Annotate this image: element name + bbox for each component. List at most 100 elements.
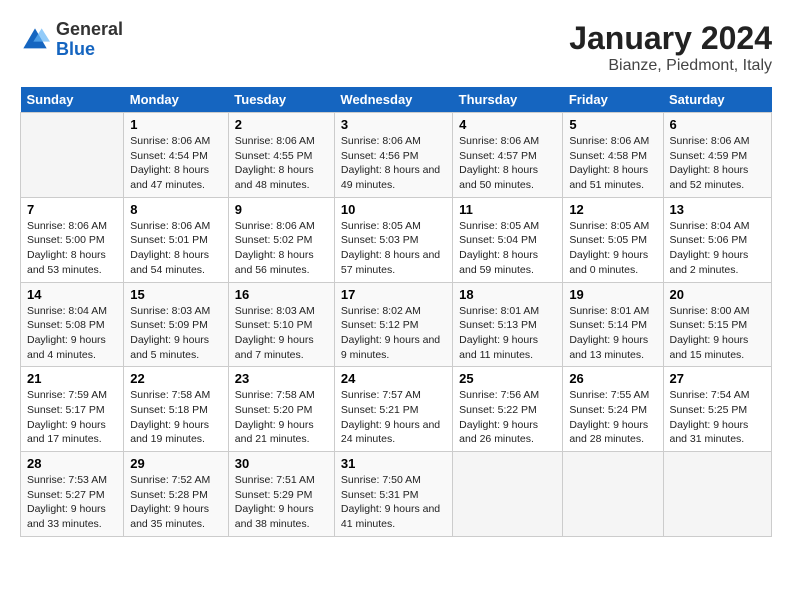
day-number: 13: [670, 202, 766, 217]
day-cell: 25Sunrise: 7:56 AMSunset: 5:22 PMDayligh…: [453, 367, 563, 452]
logo-icon: [20, 25, 50, 55]
main-title: January 2024: [569, 20, 772, 57]
day-cell: [453, 452, 563, 537]
day-cell: 15 Sunrise: 8:03 AMSunset: 5:09 PMDayligh…: [124, 282, 229, 367]
day-cell: 12Sunrise: 8:05 AMSunset: 5:05 PMDayligh…: [563, 197, 663, 282]
day-info: Sunrise: 8:06 AMSunset: 4:56 PMDaylight:…: [341, 134, 446, 193]
day-number: 28: [27, 456, 117, 471]
col-header-tuesday: Tuesday: [228, 87, 334, 113]
day-number: 3: [341, 117, 446, 132]
day-number: 4: [459, 117, 556, 132]
day-number: 14: [27, 287, 117, 302]
day-number: 6: [670, 117, 766, 132]
day-info: Sunrise: 8:06 AMSunset: 4:57 PMDaylight:…: [459, 134, 556, 193]
day-info: Sunrise: 8:01 AMSunset: 5:13 PMDaylight:…: [459, 304, 556, 363]
week-row-2: 7Sunrise: 8:06 AMSunset: 5:00 PMDaylight…: [21, 197, 772, 282]
day-cell: 24 Sunrise: 7:57 AMSunset: 5:21 PMDayligh…: [334, 367, 452, 452]
day-info: Sunrise: 8:06 AMSunset: 5:02 PMDaylight:…: [235, 219, 328, 278]
day-cell: 2 Sunrise: 8:06 AMSunset: 4:55 PMDaylight…: [228, 113, 334, 198]
day-cell: 21 Sunrise: 7:59 AMSunset: 5:17 PMDayligh…: [21, 367, 124, 452]
day-cell: 14 Sunrise: 8:04 AMSunset: 5:08 PMDayligh…: [21, 282, 124, 367]
day-info: Sunrise: 8:06 AMSunset: 4:59 PMDaylight:…: [670, 134, 766, 193]
day-number: 21: [27, 371, 117, 386]
day-cell: 6 Sunrise: 8:06 AMSunset: 4:59 PMDaylight…: [663, 113, 772, 198]
day-cell: 22 Sunrise: 7:58 AMSunset: 5:18 PMDayligh…: [124, 367, 229, 452]
day-cell: 27 Sunrise: 7:54 AMSunset: 5:25 PMDayligh…: [663, 367, 772, 452]
day-number: 20: [670, 287, 766, 302]
day-number: 19: [569, 287, 656, 302]
day-number: 24: [341, 371, 446, 386]
header-row: SundayMondayTuesdayWednesdayThursdayFrid…: [21, 87, 772, 113]
day-number: 22: [130, 371, 222, 386]
day-number: 11: [459, 202, 556, 217]
day-number: 31: [341, 456, 446, 471]
day-cell: 7Sunrise: 8:06 AMSunset: 5:00 PMDaylight…: [21, 197, 124, 282]
day-cell: [663, 452, 772, 537]
col-header-wednesday: Wednesday: [334, 87, 452, 113]
day-info: Sunrise: 8:03 AMSunset: 5:09 PMDaylight:…: [130, 304, 222, 363]
day-number: 17: [341, 287, 446, 302]
day-cell: 3 Sunrise: 8:06 AMSunset: 4:56 PMDaylight…: [334, 113, 452, 198]
day-cell: 28 Sunrise: 7:53 AMSunset: 5:27 PMDayligh…: [21, 452, 124, 537]
day-cell: 11Sunrise: 8:05 AMSunset: 5:04 PMDayligh…: [453, 197, 563, 282]
col-header-monday: Monday: [124, 87, 229, 113]
week-row-4: 21 Sunrise: 7:59 AMSunset: 5:17 PMDayligh…: [21, 367, 772, 452]
day-number: 16: [235, 287, 328, 302]
day-number: 1: [130, 117, 222, 132]
calendar-table: SundayMondayTuesdayWednesdayThursdayFrid…: [20, 87, 772, 537]
day-info: Sunrise: 7:54 AMSunset: 5:25 PMDaylight:…: [670, 388, 766, 447]
day-number: 29: [130, 456, 222, 471]
page: General Blue January 2024 Bianze, Piedmo…: [0, 0, 792, 612]
day-cell: 19 Sunrise: 8:01 AMSunset: 5:14 PMDayligh…: [563, 282, 663, 367]
day-info: Sunrise: 7:58 AMSunset: 5:20 PMDaylight:…: [235, 388, 328, 447]
header: General Blue January 2024 Bianze, Piedmo…: [20, 20, 772, 75]
col-header-thursday: Thursday: [453, 87, 563, 113]
day-cell: 18Sunrise: 8:01 AMSunset: 5:13 PMDayligh…: [453, 282, 563, 367]
day-number: 8: [130, 202, 222, 217]
day-info: Sunrise: 8:04 AMSunset: 5:08 PMDaylight:…: [27, 304, 117, 363]
day-number: 26: [569, 371, 656, 386]
week-row-3: 14 Sunrise: 8:04 AMSunset: 5:08 PMDayligh…: [21, 282, 772, 367]
day-info: Sunrise: 8:03 AMSunset: 5:10 PMDaylight:…: [235, 304, 328, 363]
day-number: 23: [235, 371, 328, 386]
day-cell: 13Sunrise: 8:04 AMSunset: 5:06 PMDayligh…: [663, 197, 772, 282]
day-cell: 26 Sunrise: 7:55 AMSunset: 5:24 PMDayligh…: [563, 367, 663, 452]
day-cell: 16 Sunrise: 8:03 AMSunset: 5:10 PMDayligh…: [228, 282, 334, 367]
logo: General Blue: [20, 20, 123, 60]
logo-blue: Blue: [56, 40, 123, 60]
day-cell: 8 Sunrise: 8:06 AMSunset: 5:01 PMDaylight…: [124, 197, 229, 282]
day-cell: 9Sunrise: 8:06 AMSunset: 5:02 PMDaylight…: [228, 197, 334, 282]
col-header-friday: Friday: [563, 87, 663, 113]
day-number: 30: [235, 456, 328, 471]
day-cell: 31 Sunrise: 7:50 AMSunset: 5:31 PMDayligh…: [334, 452, 452, 537]
subtitle: Bianze, Piedmont, Italy: [569, 57, 772, 75]
day-info: Sunrise: 7:55 AMSunset: 5:24 PMDaylight:…: [569, 388, 656, 447]
day-number: 10: [341, 202, 446, 217]
day-info: Sunrise: 7:51 AMSunset: 5:29 PMDaylight:…: [235, 473, 328, 532]
day-cell: 10 Sunrise: 8:05 AMSunset: 5:03 PMDayligh…: [334, 197, 452, 282]
day-info: Sunrise: 8:02 AMSunset: 5:12 PMDaylight:…: [341, 304, 446, 363]
day-number: 27: [670, 371, 766, 386]
day-cell: 20 Sunrise: 8:00 AMSunset: 5:15 PMDayligh…: [663, 282, 772, 367]
day-info: Sunrise: 8:00 AMSunset: 5:15 PMDaylight:…: [670, 304, 766, 363]
day-cell: 30 Sunrise: 7:51 AMSunset: 5:29 PMDayligh…: [228, 452, 334, 537]
day-info: Sunrise: 7:56 AMSunset: 5:22 PMDaylight:…: [459, 388, 556, 447]
day-cell: 5 Sunrise: 8:06 AMSunset: 4:58 PMDaylight…: [563, 113, 663, 198]
day-number: 15: [130, 287, 222, 302]
day-number: 5: [569, 117, 656, 132]
day-info: Sunrise: 8:01 AMSunset: 5:14 PMDaylight:…: [569, 304, 656, 363]
day-info: Sunrise: 8:05 AMSunset: 5:03 PMDaylight:…: [341, 219, 446, 278]
day-cell: 29Sunrise: 7:52 AMSunset: 5:28 PMDayligh…: [124, 452, 229, 537]
day-info: Sunrise: 8:06 AMSunset: 4:55 PMDaylight:…: [235, 134, 328, 193]
day-info: Sunrise: 8:06 AMSunset: 4:58 PMDaylight:…: [569, 134, 656, 193]
day-info: Sunrise: 7:50 AMSunset: 5:31 PMDaylight:…: [341, 473, 446, 532]
day-cell: 1Sunrise: 8:06 AMSunset: 4:54 PMDaylight…: [124, 113, 229, 198]
day-info: Sunrise: 8:06 AMSunset: 5:01 PMDaylight:…: [130, 219, 222, 278]
day-number: 2: [235, 117, 328, 132]
week-row-5: 28 Sunrise: 7:53 AMSunset: 5:27 PMDayligh…: [21, 452, 772, 537]
day-info: Sunrise: 7:59 AMSunset: 5:17 PMDaylight:…: [27, 388, 117, 447]
day-info: Sunrise: 7:53 AMSunset: 5:27 PMDaylight:…: [27, 473, 117, 532]
day-info: Sunrise: 7:58 AMSunset: 5:18 PMDaylight:…: [130, 388, 222, 447]
col-header-saturday: Saturday: [663, 87, 772, 113]
day-info: Sunrise: 7:57 AMSunset: 5:21 PMDaylight:…: [341, 388, 446, 447]
